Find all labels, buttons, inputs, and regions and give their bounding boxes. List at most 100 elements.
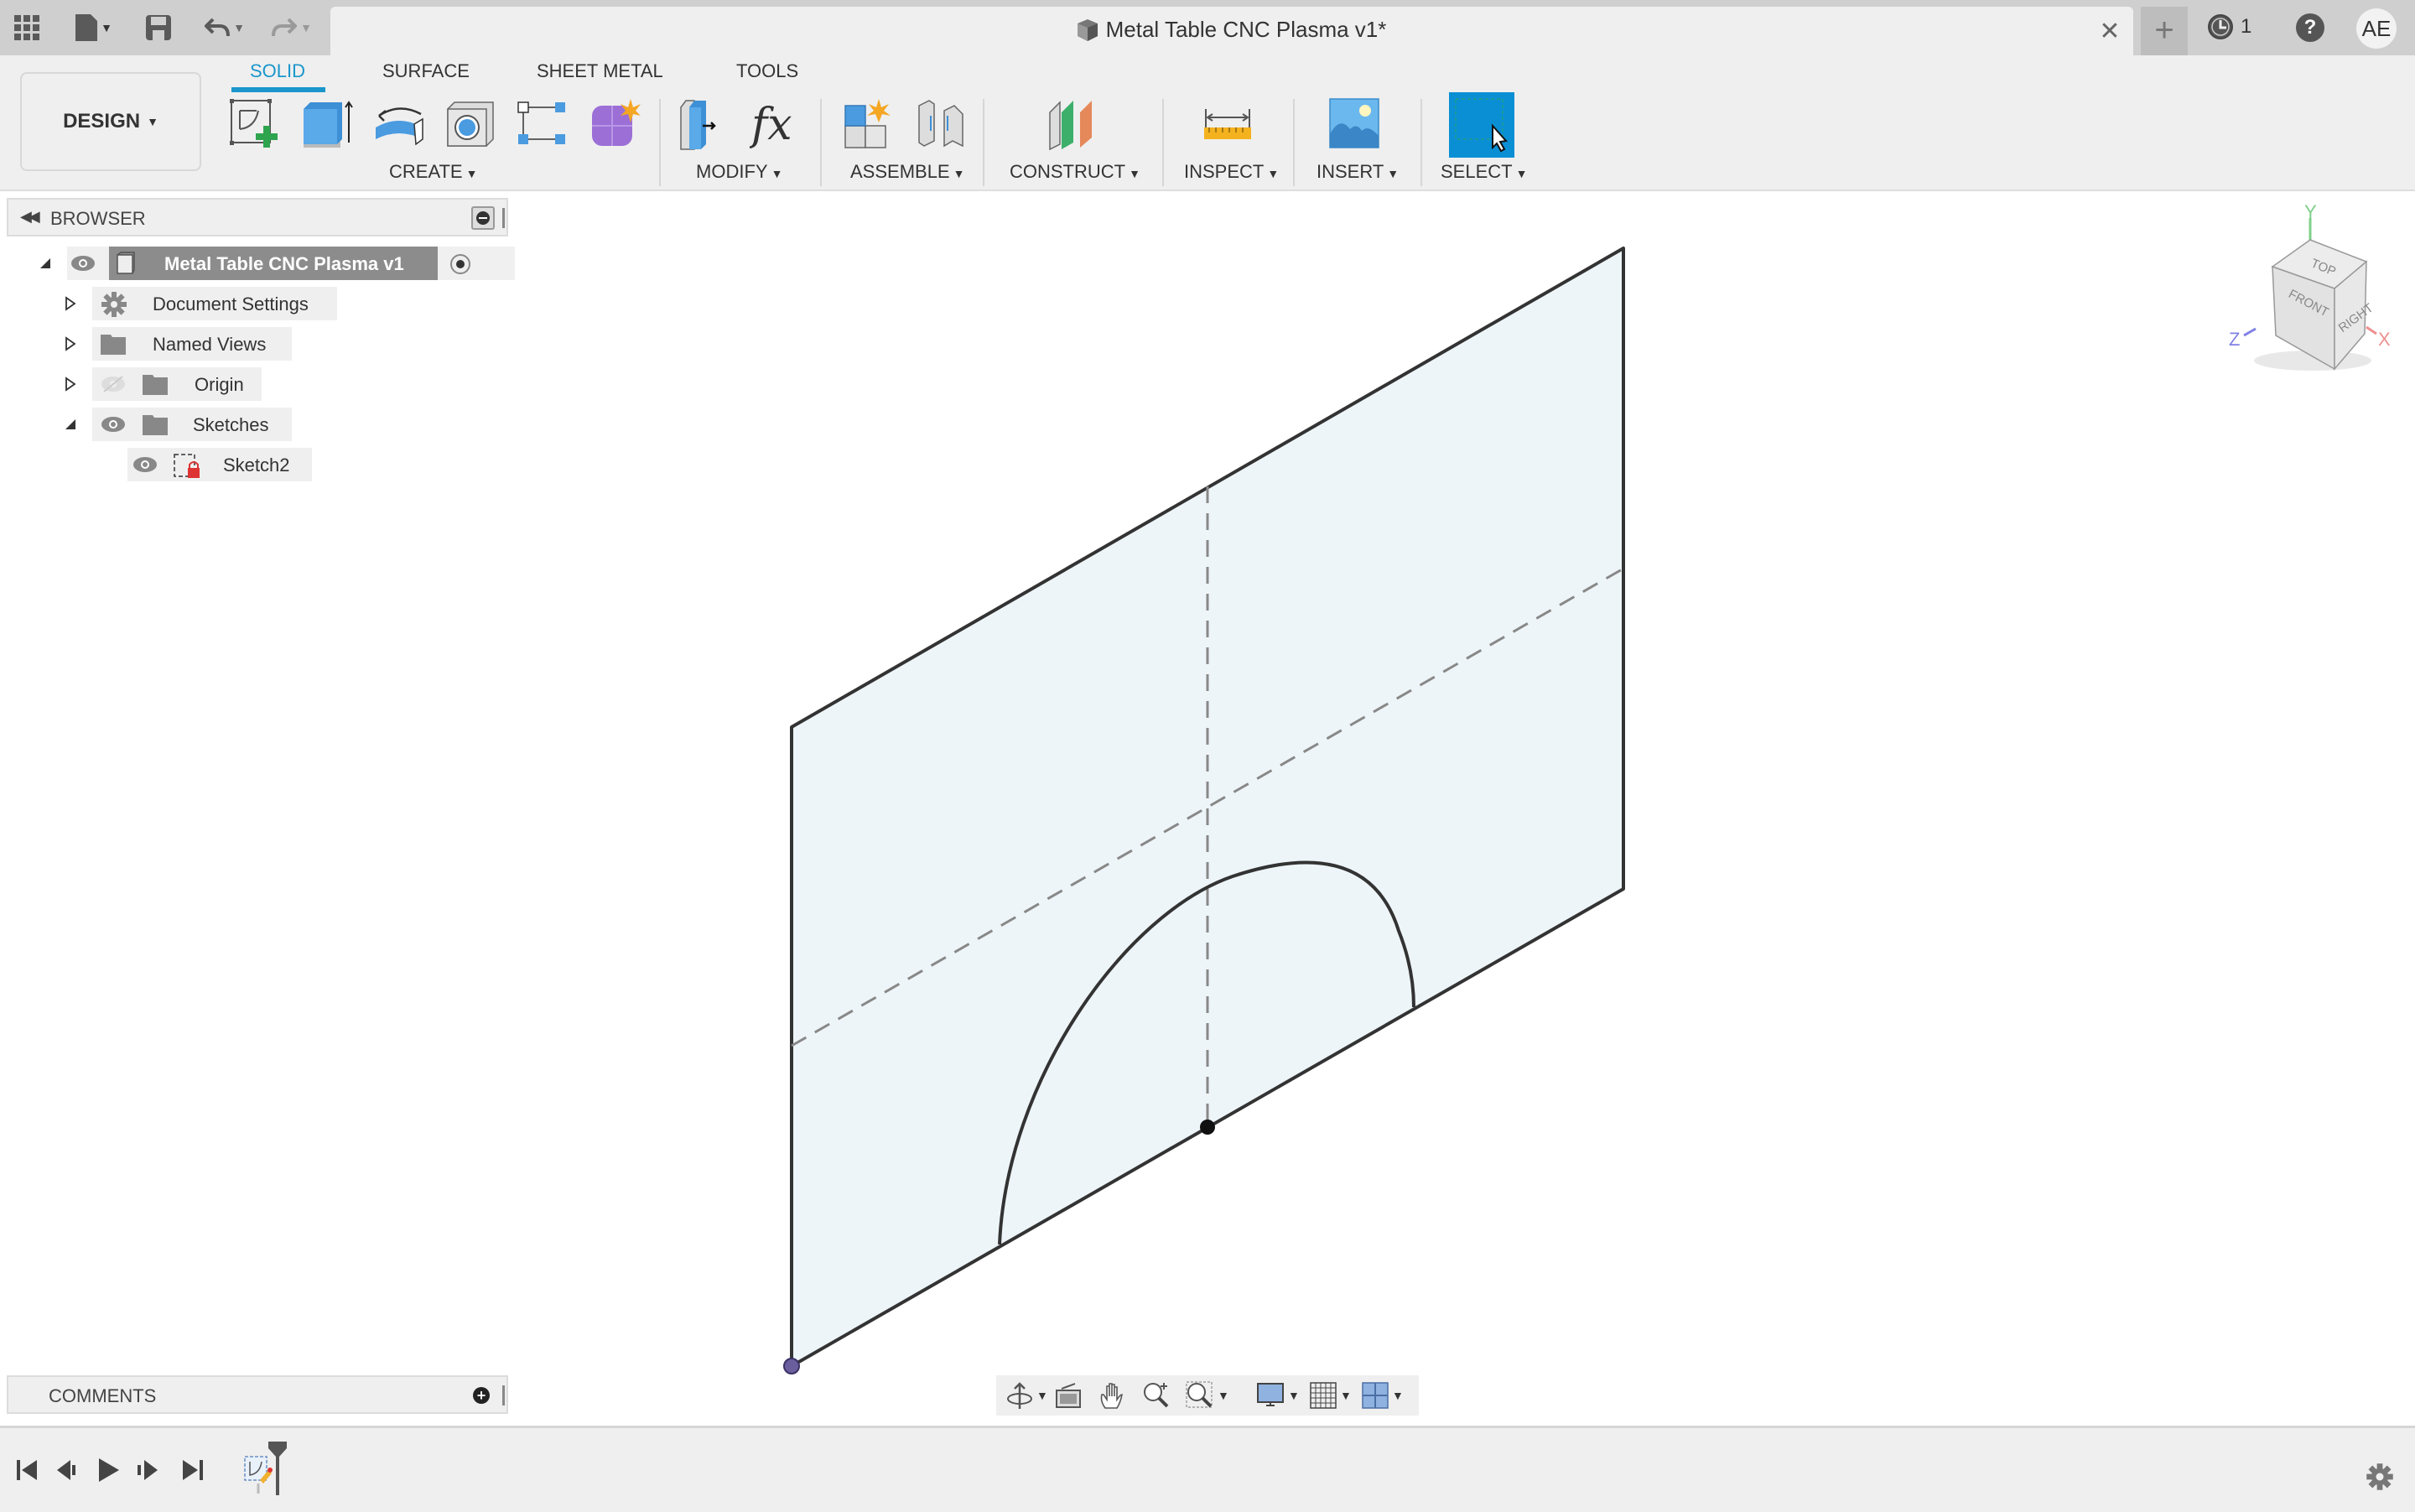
tab-solid[interactable]: SOLID xyxy=(250,60,305,82)
help-button[interactable]: ? xyxy=(2296,13,2324,42)
tab-tools[interactable]: TOOLS xyxy=(736,60,798,82)
save-icon xyxy=(146,15,171,40)
chevron-down-icon: ▼ xyxy=(1036,1389,1048,1402)
expand-toggle-icon[interactable] xyxy=(62,334,79,354)
look-at-button[interactable] xyxy=(1055,1380,1082,1411)
chevron-down-icon: ▼ xyxy=(147,115,158,128)
parameters-button[interactable]: fx xyxy=(748,97,803,151)
construct-menu[interactable]: CONSTRUCT ▼ xyxy=(1010,161,1140,183)
document-tab[interactable]: Metal Table CNC Plasma v1* ✕ xyxy=(330,7,2133,55)
browser-item-document-settings[interactable]: Document Settings xyxy=(60,287,337,320)
orbit-button[interactable]: ▼ xyxy=(1006,1380,1048,1411)
separator xyxy=(820,99,822,186)
tab-surface[interactable]: SURFACE xyxy=(382,60,470,82)
select-button[interactable] xyxy=(1449,92,1514,158)
browser-item-sketches[interactable]: Sketches xyxy=(60,408,292,441)
timeline-marker[interactable] xyxy=(268,1442,288,1495)
new-component-button[interactable] xyxy=(842,97,896,151)
redo-button[interactable]: ▼ xyxy=(267,12,317,44)
timeline-settings-button[interactable] xyxy=(2365,1462,2395,1492)
panel-resize-handle[interactable] xyxy=(502,208,505,228)
workspace-switcher[interactable]: DESIGN ▼ xyxy=(20,72,201,171)
visibility-eye-icon[interactable] xyxy=(70,254,96,273)
pan-button[interactable] xyxy=(1098,1380,1125,1411)
press-pull-button[interactable] xyxy=(678,97,731,151)
tab-sheet-metal[interactable]: SHEET METAL xyxy=(537,60,663,82)
modify-menu[interactable]: MODIFY ▼ xyxy=(696,161,782,183)
ribbon-toolbar: DESIGN ▼ SOLID SURFACE SHEET METAL TOOLS xyxy=(0,55,2415,191)
orbit-icon xyxy=(1007,1382,1032,1409)
pan-hand-icon xyxy=(1100,1383,1123,1409)
undo-button[interactable]: ▼ xyxy=(200,12,250,44)
joint-button[interactable] xyxy=(914,97,968,151)
sketch-plane[interactable] xyxy=(790,247,1625,1368)
canvas-viewport[interactable] xyxy=(0,191,2415,1424)
separator xyxy=(1420,99,1422,186)
inspect-menu[interactable]: INSPECT ▼ xyxy=(1184,161,1279,183)
revolve-button[interactable] xyxy=(372,97,426,151)
expand-toggle-icon[interactable] xyxy=(62,294,79,314)
insert-image-button[interactable] xyxy=(1328,97,1382,151)
sketch-point[interactable] xyxy=(1200,1120,1215,1135)
go-to-start-button[interactable] xyxy=(15,1457,40,1483)
measure-button[interactable] xyxy=(1201,97,1254,151)
component-icon xyxy=(117,252,135,274)
extrude-button[interactable] xyxy=(300,97,354,151)
insert-menu[interactable]: INSERT ▼ xyxy=(1317,161,1399,183)
collapse-browser-button[interactable]: ◀◀ xyxy=(20,208,40,226)
collapse-toggle-icon[interactable] xyxy=(37,253,54,273)
step-back-button[interactable] xyxy=(54,1457,79,1483)
create-form-button[interactable] xyxy=(589,97,642,151)
visibility-eye-icon[interactable] xyxy=(101,415,126,434)
hole-button[interactable] xyxy=(444,97,498,151)
svg-text:fx: fx xyxy=(750,100,792,150)
origin-point[interactable] xyxy=(783,1358,800,1374)
visibility-hidden-icon[interactable] xyxy=(101,375,126,393)
rectangular-pattern-icon xyxy=(517,101,565,144)
sketch-locked-icon xyxy=(174,454,200,478)
user-avatar[interactable]: AE xyxy=(2356,8,2397,49)
new-component-icon xyxy=(844,99,891,148)
close-tab-button[interactable]: ✕ xyxy=(2095,17,2125,46)
new-tab-button[interactable]: + xyxy=(2141,7,2188,55)
assemble-menu[interactable]: ASSEMBLE ▼ xyxy=(850,161,964,183)
display-settings-button[interactable]: ▼ xyxy=(1256,1380,1300,1411)
add-comment-button[interactable]: + xyxy=(473,1387,490,1404)
chevron-down-icon: ▼ xyxy=(465,167,478,180)
activate-radio-icon[interactable] xyxy=(449,253,471,275)
top-bar: ▼ ▼ ▼ Metal Table CNC Plasma v1* ✕ + 1 ?… xyxy=(0,0,2415,55)
select-menu[interactable]: SELECT ▼ xyxy=(1441,161,1527,183)
file-menu-button[interactable]: ▼ xyxy=(69,12,119,44)
go-to-end-button[interactable] xyxy=(179,1457,205,1483)
viewports-button[interactable]: ▼ xyxy=(1362,1380,1404,1411)
chevron-down-icon: ▼ xyxy=(1340,1389,1352,1402)
browser-pin-button[interactable] xyxy=(471,206,495,230)
step-forward-button[interactable] xyxy=(136,1457,161,1483)
minus-circle-icon xyxy=(476,211,490,225)
chevron-down-icon: ▼ xyxy=(1218,1389,1229,1402)
look-at-icon xyxy=(1056,1383,1081,1408)
job-status-button[interactable]: 1 xyxy=(2207,12,2251,42)
fit-button[interactable]: ▼ xyxy=(1186,1380,1229,1411)
play-button[interactable] xyxy=(96,1457,121,1483)
pattern-button[interactable] xyxy=(517,97,570,151)
browser-item-origin[interactable]: Origin xyxy=(60,367,262,401)
browser-item-named-views[interactable]: Named Views xyxy=(60,327,292,361)
apps-grid-icon[interactable] xyxy=(12,12,42,44)
collapse-toggle-icon[interactable] xyxy=(62,414,79,434)
grid-settings-button[interactable]: ▼ xyxy=(1310,1380,1352,1411)
image-icon xyxy=(1329,98,1379,148)
create-sketch-button[interactable] xyxy=(228,97,282,151)
chevron-down-icon: ▼ xyxy=(1267,167,1280,180)
offset-plane-button[interactable] xyxy=(1046,97,1100,151)
create-menu[interactable]: CREATE ▼ xyxy=(389,161,477,183)
view-cube[interactable]: Y Z X TOP FRONT RIGHT xyxy=(2222,201,2398,377)
expand-toggle-icon[interactable] xyxy=(62,374,79,394)
visibility-eye-icon[interactable] xyxy=(132,455,158,474)
browser-item-root[interactable]: Metal Table CNC Plasma v1 xyxy=(30,247,515,280)
panel-resize-handle[interactable] xyxy=(502,1385,505,1405)
zoom-button[interactable] xyxy=(1142,1380,1171,1411)
save-button[interactable] xyxy=(144,12,173,44)
folder-icon xyxy=(101,335,126,355)
browser-item-sketch2[interactable]: Sketch2 xyxy=(127,448,312,481)
